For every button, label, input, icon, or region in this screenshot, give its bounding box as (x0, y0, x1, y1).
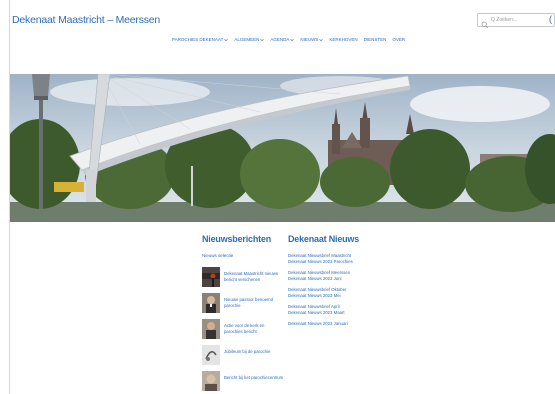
news-column: Nieuwsberichten Nieuws selectie Dekenaat… (202, 234, 284, 394)
nav-item-label: OVER (392, 37, 406, 42)
news-thumbnail[interactable] (202, 345, 220, 365)
nav-item-label: KERKHOVEN (329, 37, 358, 42)
dekenaat-news-group: Dekenaat Nieuwsbrief Oktober Dekenaat Ni… (288, 287, 358, 299)
dekenaat-news-heading: Dekenaat Nieuws (288, 234, 360, 244)
nav-item-label: ALGEMEEN (234, 37, 260, 42)
nav-item-parochies[interactable]: PAROCHIES DEKENAAT (172, 37, 229, 42)
chevron-down-icon (290, 38, 295, 42)
list-item[interactable]: Dekenaat Maastricht nieuws bericht versc… (202, 267, 284, 287)
news-heading: Nieuwsberichten (202, 234, 272, 244)
nav-item-diensten[interactable]: DIENSTEN (364, 37, 387, 42)
nav-item-label: AGENDA (270, 37, 290, 42)
chevron-down-icon (260, 38, 265, 42)
news-item-link[interactable]: Dekenaat Maastricht nieuws bericht versc… (224, 267, 284, 287)
dekenaat-news-link[interactable]: Dekenaat Nieuws 2023 Mei (288, 293, 358, 299)
search-box[interactable] (477, 13, 555, 29)
news-thumbnail[interactable] (202, 267, 220, 287)
nav-item-label: PAROCHIES DEKENAAT (172, 37, 224, 42)
dekenaat-news-link[interactable]: Dekenaat Nieuws 2023 Parochies (288, 259, 358, 265)
news-thumbnail[interactable] (202, 293, 220, 313)
edge-partial-glyph: ( (549, 14, 552, 24)
search-icon (481, 16, 489, 29)
news-sub-label[interactable]: Nieuws selectie (202, 253, 284, 258)
main-navigation: PAROCHIES DEKENAAT ALGEMEEN AGENDA NIEUW… (172, 37, 405, 42)
search-input[interactable] (491, 17, 551, 23)
hero-banner-image (10, 74, 555, 222)
news-item-link[interactable]: Actie voor de kerk en parochies bericht (224, 319, 284, 339)
list-item[interactable]: Jubileum bij de parochie (202, 345, 284, 365)
dekenaat-news-column: Dekenaat Nieuws Dekenaat Nieuwsbrief Maa… (288, 234, 360, 329)
site-title-link[interactable]: Dekenaat Maastricht – Meerssen (12, 14, 160, 26)
dekenaat-news-group: Dekenaat Nieuwsbrief Meerssen Dekenaat N… (288, 270, 358, 282)
nav-item-nieuws[interactable]: NIEUWS (300, 37, 324, 42)
dekenaat-news-group: Dekenaat Nieuws 2023 Januari (288, 321, 358, 327)
dekenaat-news-group: Dekenaat Nieuwsbrief April Dekenaat Nieu… (288, 304, 358, 316)
list-item[interactable]: Nieuwe pastoor benoemd parochie (202, 293, 284, 313)
news-item-link[interactable]: Nieuwe pastoor benoemd parochie (224, 293, 284, 313)
nav-item-kerkhoven[interactable]: KERKHOVEN (329, 37, 357, 42)
list-item[interactable]: Bericht bij het parochiecentrum (202, 371, 284, 391)
chevron-down-icon (224, 38, 229, 42)
chevron-down-icon (319, 38, 324, 42)
dekenaat-news-group: Dekenaat Nieuwsbrief Maastricht Dekenaat… (288, 253, 358, 265)
news-thumbnail[interactable] (202, 371, 220, 391)
news-item-link[interactable]: Jubileum bij de parochie (224, 345, 270, 365)
nav-item-label: NIEUWS (300, 37, 319, 42)
nav-item-algemeen[interactable]: ALGEMEEN (234, 37, 265, 42)
dekenaat-news-link[interactable]: Dekenaat Nieuws 2023 Maart (288, 310, 358, 316)
nav-item-agenda[interactable]: AGENDA (270, 37, 295, 42)
nav-item-over[interactable]: OVER (392, 37, 405, 42)
news-item-link[interactable]: Bericht bij het parochiecentrum (224, 371, 283, 391)
dekenaat-news-link[interactable]: Dekenaat Nieuws 2023 Juni (288, 276, 358, 282)
dekenaat-news-link[interactable]: Dekenaat Nieuws 2023 Januari (288, 321, 358, 327)
site-header: Dekenaat Maastricht – Meerssen ( (10, 0, 555, 52)
list-item[interactable]: Actie voor de kerk en parochies bericht (202, 319, 284, 339)
nav-item-label: DIENSTEN (363, 37, 387, 42)
news-thumbnail[interactable] (202, 319, 220, 339)
